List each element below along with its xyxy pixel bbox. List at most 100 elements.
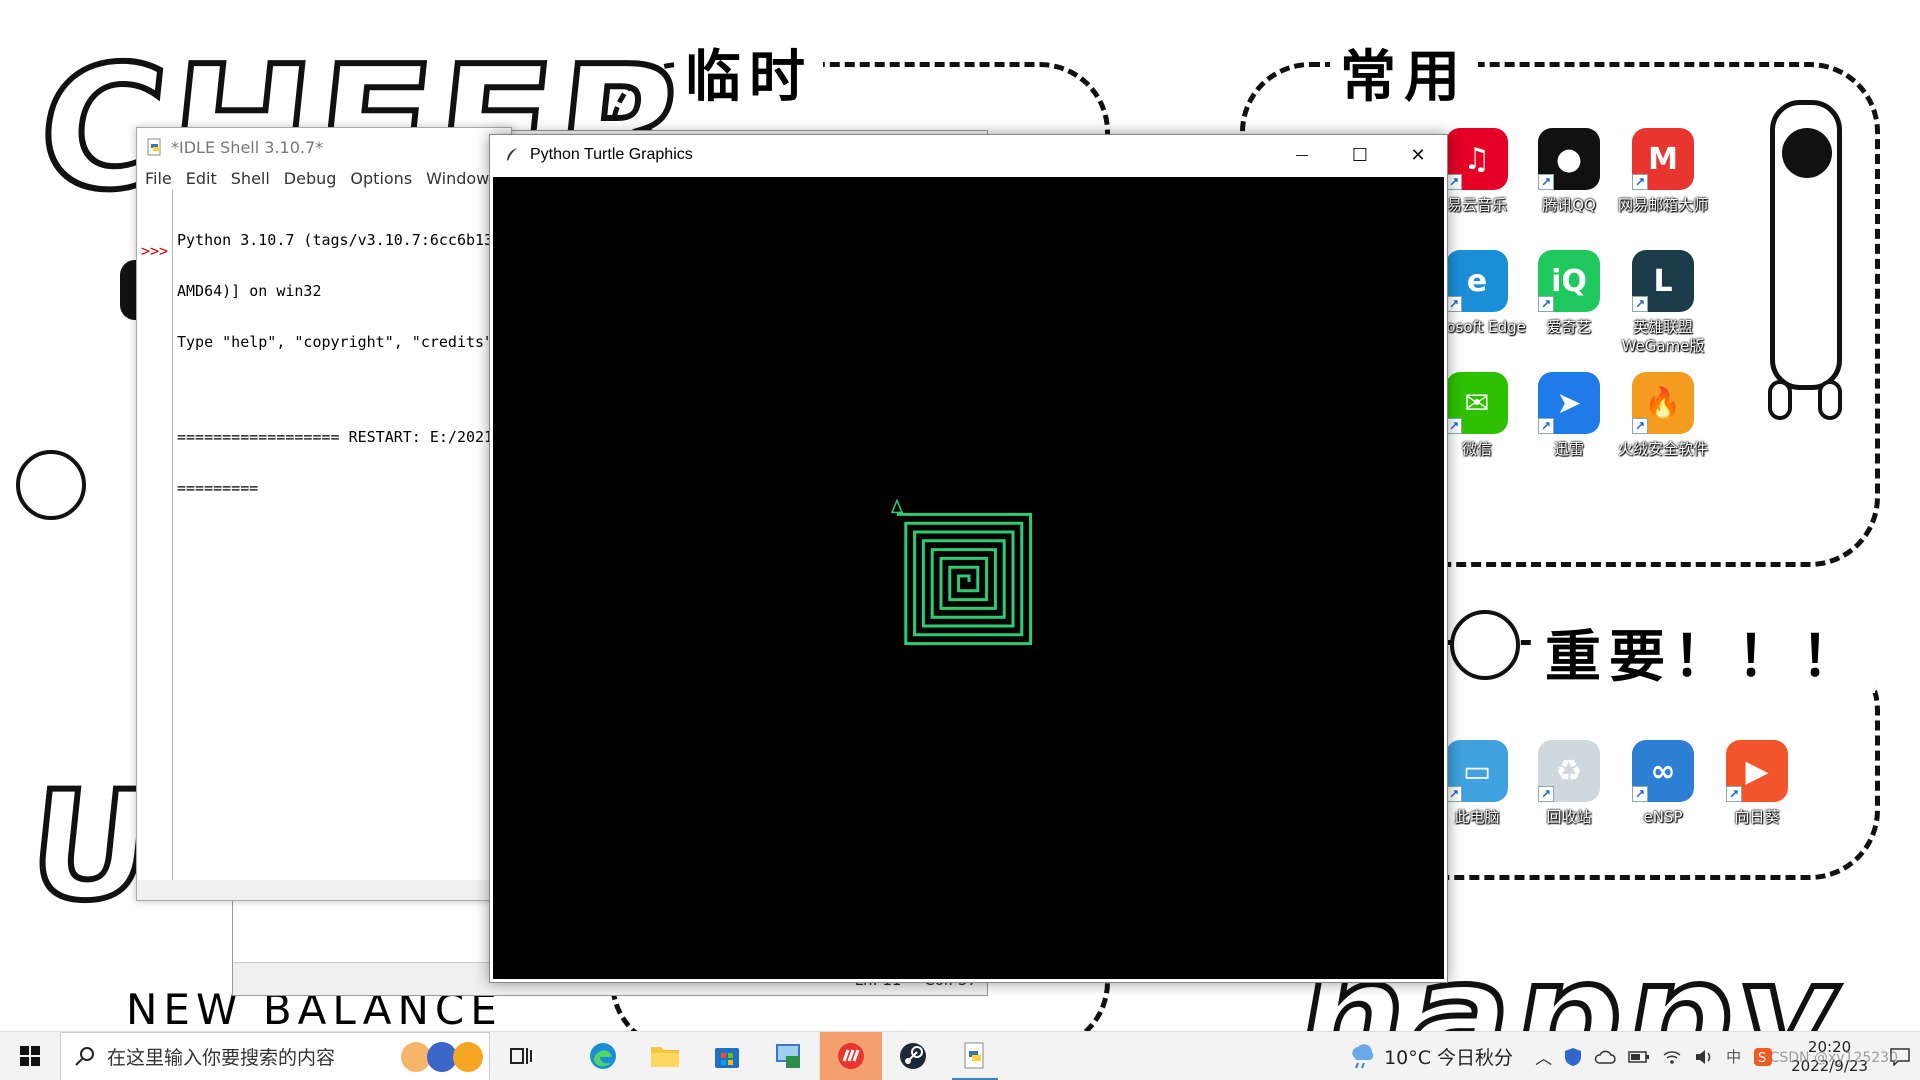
idle-window-title: *IDLE Shell 3.10.7*	[171, 137, 324, 157]
turtle-graphics-window[interactable]: Python Turtle Graphics — ☐ ✕	[489, 134, 1448, 983]
shortcut-arrow-icon: ↗	[1446, 786, 1462, 802]
desktop-icon-qq[interactable]: ● ↗ 腾讯QQ	[1520, 128, 1618, 215]
battery-icon[interactable]	[1628, 1050, 1650, 1064]
taskbar: 在这里输入你要搜索的内容 10°C 今日秋分 ︿ 中 S 20:20 2022/…	[0, 1031, 1920, 1080]
edge-icon: e ↗	[1446, 250, 1508, 312]
weather-widget[interactable]: 10°C 今日秋分	[1348, 1043, 1513, 1070]
taskbar-search-box[interactable]: 在这里输入你要搜索的内容	[60, 1031, 490, 1080]
shortcut-arrow-icon: ↗	[1446, 418, 1462, 434]
shortcut-arrow-icon: ↗	[1726, 786, 1742, 802]
desktop-icon-sunlogin[interactable]: ▶ ↗ 向日葵	[1708, 740, 1806, 827]
wallpaper-figure-left-leg	[1768, 380, 1792, 420]
desktop-icon-recycle-bin[interactable]: ♻ ↗ 回收站	[1520, 740, 1618, 827]
wallpaper-figure-head	[1782, 128, 1832, 178]
wallpaper-face	[1450, 610, 1520, 680]
idle-shell-window[interactable]: *IDLE Shell 3.10.7* File Edit Shell Debu…	[136, 127, 515, 901]
taskbar-store[interactable]	[696, 1032, 758, 1080]
desktop-icon-label: 回收站	[1546, 808, 1592, 826]
close-icon: ✕	[1410, 144, 1426, 166]
menu-window[interactable]: Window	[426, 169, 489, 188]
maximize-icon: ☐	[1351, 144, 1369, 166]
turtle-drawing	[890, 498, 1033, 646]
menu-options[interactable]: Options	[350, 169, 412, 188]
wechat-icon: ✉ ↗	[1446, 372, 1508, 434]
ensp-icon: ∞ ↗	[1632, 740, 1694, 802]
taskbar-python[interactable]	[944, 1032, 1006, 1080]
close-button[interactable]: ✕	[1389, 135, 1447, 175]
desktop-icon-huorong[interactable]: 🔥 ↗ 火绒安全软件	[1614, 372, 1712, 459]
idle-shell-output[interactable]: >>> Python 3.10.7 (tags/v3.10.7:6cc6b13 …	[137, 190, 511, 880]
volume-icon[interactable]	[1694, 1049, 1714, 1065]
menu-shell[interactable]: Shell	[231, 169, 270, 188]
desktop-icon-label: 腾讯QQ	[1542, 196, 1596, 214]
shortcut-arrow-icon: ↗	[1632, 296, 1648, 312]
turtle-window-title: Python Turtle Graphics	[530, 146, 693, 163]
desktop-icon-label: 英雄联盟WeGame版	[1621, 318, 1705, 355]
weather-text: 10°C 今日秋分	[1384, 1047, 1514, 1069]
search-icon	[75, 1047, 94, 1066]
turtle-cursor-icon	[890, 498, 904, 514]
idle-prompt-gutter	[137, 190, 173, 880]
idle-titlebar[interactable]: *IDLE Shell 3.10.7*	[137, 128, 511, 166]
desktop-icon-netease-mail[interactable]: M ↗ 网易邮箱大师	[1614, 128, 1712, 215]
desktop-icon-label: 火绒安全软件	[1617, 440, 1708, 458]
shell-line: ================== RESTART: E:/2021	[177, 428, 494, 446]
taskbar-edge[interactable]	[572, 1032, 634, 1080]
wallpaper-label-common: 常用	[1330, 32, 1478, 113]
task-view-icon	[510, 1048, 532, 1064]
shell-line: AMD64)] on win32	[177, 282, 322, 300]
netease-music-icon: ♫ ↗	[1446, 128, 1508, 190]
shell-line: =========	[177, 479, 259, 497]
taskbar-netease-mail[interactable]	[820, 1031, 882, 1080]
desktop-icon-lol[interactable]: L ↗ 英雄联盟WeGame版	[1614, 250, 1712, 356]
this-pc-icon: ▭ ↗	[1446, 740, 1508, 802]
netease-mail-icon: M ↗	[1632, 128, 1694, 190]
menu-edit[interactable]: Edit	[186, 169, 217, 188]
desktop-icon-label: 网易邮箱大师	[1617, 196, 1708, 214]
desktop-icon-ensp[interactable]: ∞ ↗ eNSP	[1614, 740, 1712, 827]
ime-indicator[interactable]: 中	[1726, 1046, 1741, 1067]
huorong-icon: 🔥 ↗	[1632, 372, 1694, 434]
security-shield-icon[interactable]	[1564, 1047, 1582, 1067]
store-icon	[715, 1048, 739, 1068]
shortcut-arrow-icon: ↗	[1632, 418, 1648, 434]
xunlei-icon: ➤ ↗	[1538, 372, 1600, 434]
menu-file[interactable]: File	[145, 169, 172, 188]
minimize-button[interactable]: —	[1273, 135, 1331, 175]
idle-menubar: File Edit Shell Debug Options Window H	[137, 166, 515, 190]
wallpaper-label-important: 重要！！！	[1535, 612, 1875, 693]
shortcut-arrow-icon: ↗	[1632, 174, 1648, 190]
folder-icon	[651, 1047, 679, 1067]
wifi-icon[interactable]	[1662, 1049, 1682, 1065]
shell-line-blank	[177, 385, 511, 395]
shell-line: Python 3.10.7 (tags/v3.10.7:6cc6b13	[177, 231, 494, 249]
menu-debug[interactable]: Debug	[284, 169, 337, 188]
shell-prompt: >>>	[141, 242, 169, 260]
shortcut-arrow-icon: ↗	[1446, 174, 1462, 190]
wallpaper-label-temp: 临时	[675, 32, 823, 113]
taskbar-clock[interactable]: 20:20 2022/9/23 CSDN @xy125230	[1770, 1038, 1898, 1076]
taskbar-steam[interactable]	[882, 1032, 944, 1080]
shortcut-arrow-icon: ↗	[1538, 174, 1554, 190]
onedrive-cloud-icon[interactable]	[1594, 1049, 1616, 1065]
start-button[interactable]	[0, 1032, 60, 1080]
minimize-icon: —	[1295, 147, 1309, 163]
desktop-icon-iqiyi[interactable]: iQ ↗ 爱奇艺	[1520, 250, 1618, 337]
taskbar-file-explorer[interactable]	[634, 1032, 696, 1080]
wallpaper-figure-right-leg	[1818, 380, 1842, 420]
tray-chevron-up-icon[interactable]: ︿	[1535, 1044, 1552, 1069]
feather-icon	[507, 148, 517, 161]
windows-logo-icon	[20, 1046, 40, 1066]
turtle-titlebar[interactable]: Python Turtle Graphics — ☐ ✕	[490, 135, 1447, 175]
shortcut-arrow-icon: ↗	[1538, 296, 1554, 312]
shell-text[interactable]: Python 3.10.7 (tags/v3.10.7:6cc6b13 AMD6…	[177, 198, 511, 531]
shortcut-arrow-icon: ↗	[1538, 418, 1554, 434]
task-view-button[interactable]	[490, 1032, 552, 1080]
desktop-icon-label: 迅雷	[1553, 440, 1584, 458]
desktop-icon-xunlei[interactable]: ➤ ↗ 迅雷	[1520, 372, 1618, 459]
iqiyi-icon: iQ ↗	[1538, 250, 1600, 312]
weather-rain-icon	[1352, 1043, 1374, 1068]
turtle-canvas[interactable]	[493, 177, 1444, 979]
taskbar-control-panel[interactable]	[758, 1032, 820, 1080]
maximize-button[interactable]: ☐	[1331, 135, 1389, 175]
